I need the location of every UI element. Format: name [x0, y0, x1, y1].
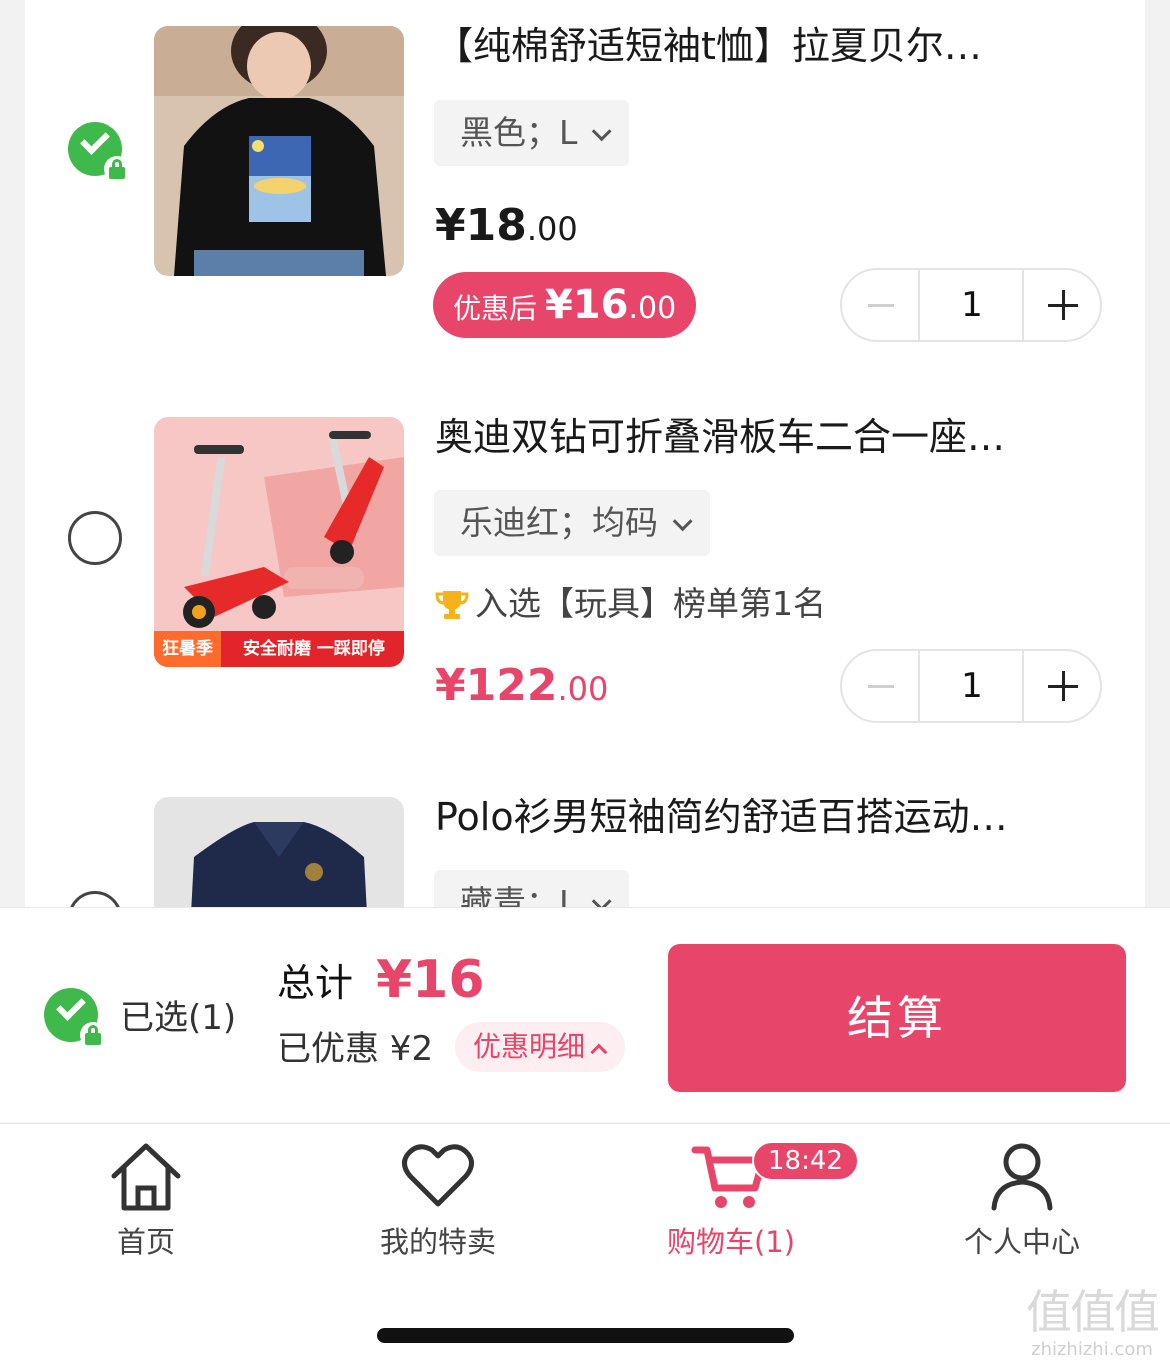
checkout-button[interactable]: 结算	[668, 944, 1126, 1092]
trophy-icon	[435, 591, 469, 619]
ranking-label: 入选【玩具】榜单第1名	[435, 582, 826, 626]
select-all-checkbox[interactable]	[44, 988, 106, 1048]
tab-label: 购物车(1)	[666, 1225, 796, 1259]
increase-button[interactable]	[1022, 651, 1100, 721]
checkout-bar: 已选(1) 总计 ¥16 已优惠 ¥2 优惠明细 结算	[0, 907, 1170, 1122]
cart-item: Polo衫男短袖简约舒适百搭运动… 藏青；L	[25, 770, 1145, 907]
heart-icon	[402, 1144, 474, 1207]
discount-detail-label: 优惠明细	[473, 1030, 586, 1063]
quantity-value[interactable]: 1	[922, 651, 1022, 721]
product-image[interactable]	[154, 797, 404, 907]
coupon-price-integer: ¥16	[545, 282, 629, 328]
lock-icon	[104, 156, 130, 182]
product-image[interactable]: 狂暑季 安全耐磨 一踩即停	[154, 417, 404, 667]
home-indicator	[377, 1328, 794, 1343]
ranking-text: 入选【玩具】榜单第1名	[475, 584, 826, 623]
total-value: ¥16	[376, 950, 485, 1010]
cart-item: 狂暑季 安全耐磨 一踩即停 奥迪双钻可折叠滑板车二合一座… 乐迪红；均码 入选【玩…	[25, 390, 1145, 770]
promo-slogan: 安全耐磨 一踩即停	[243, 639, 385, 659]
selected-count-label[interactable]: 已选(1)	[120, 996, 236, 1040]
coupon-label: 优惠后	[453, 292, 538, 325]
tab-label: 首页	[116, 1225, 175, 1259]
spec-selector[interactable]: 黑色；L	[434, 100, 630, 166]
discount-text: 已优惠 ¥2	[277, 1029, 434, 1069]
total-label: 总计	[277, 961, 354, 1005]
home-icon	[111, 1143, 181, 1211]
increase-button[interactable]	[1022, 270, 1100, 340]
price-decimal: .00	[526, 210, 578, 248]
check-icon	[80, 125, 110, 155]
tshirt-image	[154, 26, 404, 276]
spec-label: 乐迪红；均码	[460, 503, 658, 542]
quantity-stepper: 1	[840, 649, 1102, 723]
decrease-button[interactable]	[842, 651, 920, 721]
product-price: ¥18.00	[435, 198, 578, 257]
item-select-checkbox[interactable]	[68, 511, 122, 565]
coupon-price-badge: 优惠后 ¥16.00	[433, 272, 697, 338]
item-select-checkbox[interactable]	[68, 122, 130, 182]
product-image[interactable]	[154, 26, 404, 276]
scooter-image	[154, 417, 404, 667]
tab-home[interactable]: 首页	[46, 1124, 246, 1274]
spec-selector[interactable]: 藏青；L	[434, 870, 630, 907]
chevron-down-icon	[672, 511, 693, 532]
tab-label: 我的特卖	[379, 1225, 496, 1259]
spec-label: 黑色；L	[460, 113, 578, 152]
chevron-down-icon	[592, 891, 612, 907]
promo-tag: 狂暑季	[154, 631, 221, 667]
price-integer: ¥122	[435, 660, 558, 711]
tab-profile[interactable]: 个人中心	[922, 1124, 1122, 1274]
product-price: ¥122.00	[435, 658, 608, 717]
tab-my-sales[interactable]: 我的特卖	[338, 1124, 538, 1274]
decrease-button[interactable]	[842, 270, 920, 340]
item-select-checkbox[interactable]	[68, 891, 122, 907]
lock-icon	[80, 1022, 106, 1048]
coupon-price-decimal: .00	[628, 291, 677, 326]
product-title[interactable]: Polo衫男短袖简约舒适百搭运动…	[435, 793, 1095, 841]
chevron-up-icon	[590, 1043, 608, 1061]
quantity-stepper: 1	[840, 268, 1102, 342]
promo-banner: 狂暑季 安全耐磨 一踩即停	[154, 631, 404, 667]
spec-label: 藏青；L	[460, 883, 578, 907]
spec-selector[interactable]: 乐迪红；均码	[434, 490, 710, 556]
product-title[interactable]: 奥迪双钻可折叠滑板车二合一座…	[435, 413, 1095, 461]
cart-timer-badge: 18:42	[752, 1141, 859, 1181]
discount-detail-button[interactable]: 优惠明细	[455, 1022, 626, 1072]
check-icon	[56, 991, 86, 1021]
watermark-glyphs: 值值值	[1026, 1285, 1160, 1339]
quantity-value[interactable]: 1	[922, 270, 1022, 340]
watermark-url: zhizhizhi.com	[1031, 1339, 1153, 1360]
price-decimal: .00	[557, 670, 609, 708]
price-integer: ¥18	[435, 200, 527, 251]
tab-label: 个人中心	[963, 1225, 1080, 1259]
chevron-down-icon	[592, 121, 612, 142]
product-title[interactable]: 【纯棉舒适短袖t恤】拉夏贝尔…	[435, 22, 1095, 70]
watermark: 值值值 zhizhizhi.com	[1022, 1285, 1162, 1365]
polo-shirt-image	[154, 797, 404, 907]
cart-item: 【纯棉舒适短袖t恤】拉夏贝尔… 黑色；L ¥18.00 优惠后 ¥16.00 1	[25, 0, 1145, 380]
user-icon	[991, 1143, 1053, 1211]
cart-list: 【纯棉舒适短袖t恤】拉夏贝尔… 黑色；L ¥18.00 优惠后¥16.00 1	[25, 0, 1145, 907]
